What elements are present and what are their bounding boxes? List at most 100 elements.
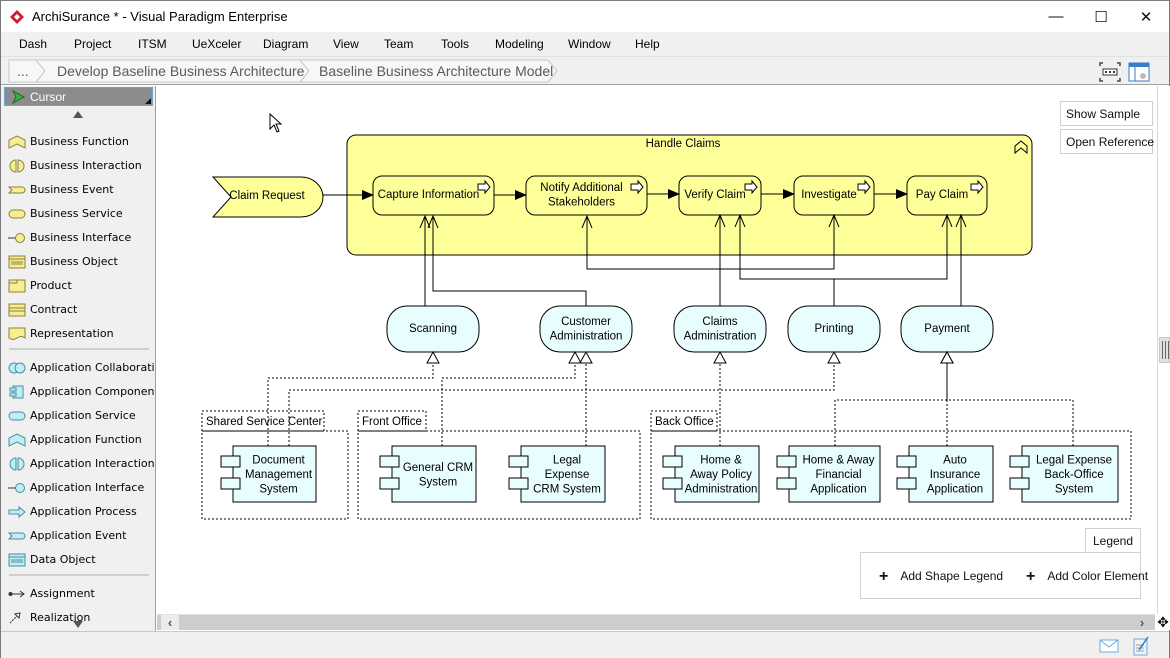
cursor-arrow-icon <box>11 90 25 104</box>
application-component: General CRM System <box>379 445 477 503</box>
business-process: Investigate <box>793 175 875 216</box>
realization-relationship <box>267 350 440 446</box>
application-collaboration-icon <box>8 362 26 374</box>
palette-item-assignment[interactable]: Assignment <box>1 583 155 605</box>
palette-item-application-collaboration[interactable]: Application Collaboration <box>1 357 155 379</box>
palette-item-label: Representation <box>30 327 114 340</box>
menu-view[interactable]: View <box>333 37 359 51</box>
close-button[interactable]: ✕ <box>1123 1 1169 32</box>
business-process: Capture Information <box>372 175 495 216</box>
component-port <box>1009 455 1030 468</box>
minimize-button[interactable]: — <box>1033 1 1079 32</box>
menu-tools[interactable]: Tools <box>441 37 469 51</box>
menu-dash[interactable]: Dash <box>19 37 47 51</box>
palette-item-business-interface[interactable]: Business Interface <box>1 227 155 249</box>
component-port <box>896 455 917 468</box>
add-color-element-button[interactable]: + Add Color Element <box>1026 568 1148 586</box>
product-icon <box>8 279 26 293</box>
data-object-icon <box>8 553 26 567</box>
add-shape-legend-label: Add Shape Legend <box>900 569 1004 583</box>
menu-diagram[interactable]: Diagram <box>263 37 308 51</box>
app-window: ArchiSurance * - Visual Paradigm Enterpr… <box>0 0 1170 658</box>
application-component: Document Management System <box>220 445 317 503</box>
palette-item-label: Application Process <box>30 505 137 518</box>
palette-item-label: Business Function <box>30 135 129 148</box>
maximize-button[interactable]: ☐ <box>1078 1 1124 32</box>
dropdown-corner-icon <box>145 98 151 104</box>
component-port <box>1009 477 1030 490</box>
palette-scroll-up[interactable] <box>73 111 83 118</box>
scroll-right-icon[interactable]: › <box>1133 615 1151 630</box>
business-process-label: Investigate <box>801 189 857 201</box>
application-event-icon <box>8 532 26 540</box>
vertical-scroll-thumb[interactable] <box>1159 337 1170 363</box>
component-port <box>662 455 683 468</box>
breadcrumb-ellipsis[interactable]: ... <box>17 60 29 82</box>
palette-item-application-service[interactable]: Application Service <box>1 405 155 427</box>
palette-item-data-object[interactable]: Data Object <box>1 549 155 571</box>
menu-team[interactable]: Team <box>384 37 413 51</box>
diagram-canvas[interactable]: Handle Claims Capture Information Notify A… <box>157 86 1157 614</box>
component-port <box>508 477 529 490</box>
palette-item-business-service[interactable]: Business Service <box>1 203 155 225</box>
palette-item-contract[interactable]: Contract <box>1 299 155 321</box>
palette-item-label: Business Interface <box>30 231 132 244</box>
show-sample-button[interactable]: Show Sample <box>1060 101 1153 126</box>
application-component: Auto Insurance Application <box>896 445 994 503</box>
palette-item-application-function[interactable]: Application Function <box>1 429 155 451</box>
menu-help[interactable]: Help <box>635 37 660 51</box>
menu-itsm[interactable]: ITSM <box>138 37 167 51</box>
business-service-icon <box>8 209 26 219</box>
menu-uexceler[interactable]: UeXceler <box>192 37 241 51</box>
diagram-navigator-icon[interactable] <box>1128 62 1150 82</box>
breadcrumb-item[interactable]: Develop Baseline Business Architecture <box>57 60 304 82</box>
palette-item-business-object[interactable]: Business Object <box>1 251 155 273</box>
business-object-icon <box>8 255 26 269</box>
palette-item-label: Business Object <box>30 255 118 268</box>
pan-move-icon[interactable]: ✥ <box>1155 614 1170 630</box>
application-component-box[interactable] <box>391 445 477 503</box>
business-function-icon <box>8 135 26 149</box>
palette-item-product[interactable]: Product <box>1 275 155 297</box>
handle-claims-label: Handle Claims <box>646 138 721 150</box>
breadcrumb: ... Develop Baseline Business Architectu… <box>1 56 1169 85</box>
vertical-scrollbar[interactable] <box>1157 86 1170 614</box>
business-process: Verify Claim <box>678 175 762 216</box>
group-label: Back Office <box>655 416 714 428</box>
cursor-tool[interactable]: Cursor <box>4 87 153 106</box>
palette-scroll-down[interactable] <box>73 621 83 628</box>
mail-icon[interactable] <box>1099 639 1119 653</box>
palette-item-application-event[interactable]: Application Event <box>1 525 155 547</box>
application-service-box[interactable] <box>673 305 767 353</box>
application-function-icon <box>8 433 26 447</box>
scroll-left-icon[interactable]: ‹ <box>161 615 179 630</box>
palette-item-application-interaction[interactable]: Application Interaction <box>1 453 155 475</box>
palette-item-business-event[interactable]: Business Event <box>1 179 155 201</box>
add-shape-legend-button[interactable]: + Add Shape Legend <box>879 568 1003 586</box>
business-event-claim-request: Claim Request <box>211 176 324 218</box>
palette-item-business-interaction[interactable]: Business Interaction <box>1 155 155 177</box>
application-component: Home & Away Policy Administration <box>662 445 760 503</box>
palette-item-application-process[interactable]: Application Process <box>1 501 155 523</box>
palette-item-representation[interactable]: Representation <box>1 323 155 345</box>
legend-tab[interactable]: Legend <box>1085 528 1141 553</box>
open-reference-button[interactable]: Open Reference <box>1060 129 1154 154</box>
menu-window[interactable]: Window <box>568 37 611 51</box>
business-process-label: Pay Claim <box>916 189 968 201</box>
realization-relationship <box>940 350 1074 446</box>
palette-item-label: Contract <box>30 303 78 316</box>
application-component: Legal Expense Back-Office System <box>1009 445 1119 503</box>
menu-modeling[interactable]: Modeling <box>495 37 544 51</box>
palette-item-business-function[interactable]: Business Function <box>1 131 155 153</box>
fit-diagram-icon[interactable] <box>1099 62 1121 82</box>
edit-document-icon[interactable] <box>1133 636 1149 656</box>
menu-project[interactable]: Project <box>74 37 111 51</box>
application-service-box[interactable] <box>539 305 633 353</box>
status-bar <box>1 631 1169 658</box>
realization-icon <box>9 612 21 624</box>
breadcrumb-item[interactable]: Baseline Business Architecture Model <box>319 60 553 82</box>
application-service: Payment <box>900 305 994 353</box>
palette-item-application-component[interactable]: Application Component <box>1 381 155 403</box>
horizontal-scrollbar[interactable]: ‹ › <box>157 614 1157 630</box>
palette-item-application-interface[interactable]: Application Interface <box>1 477 155 499</box>
